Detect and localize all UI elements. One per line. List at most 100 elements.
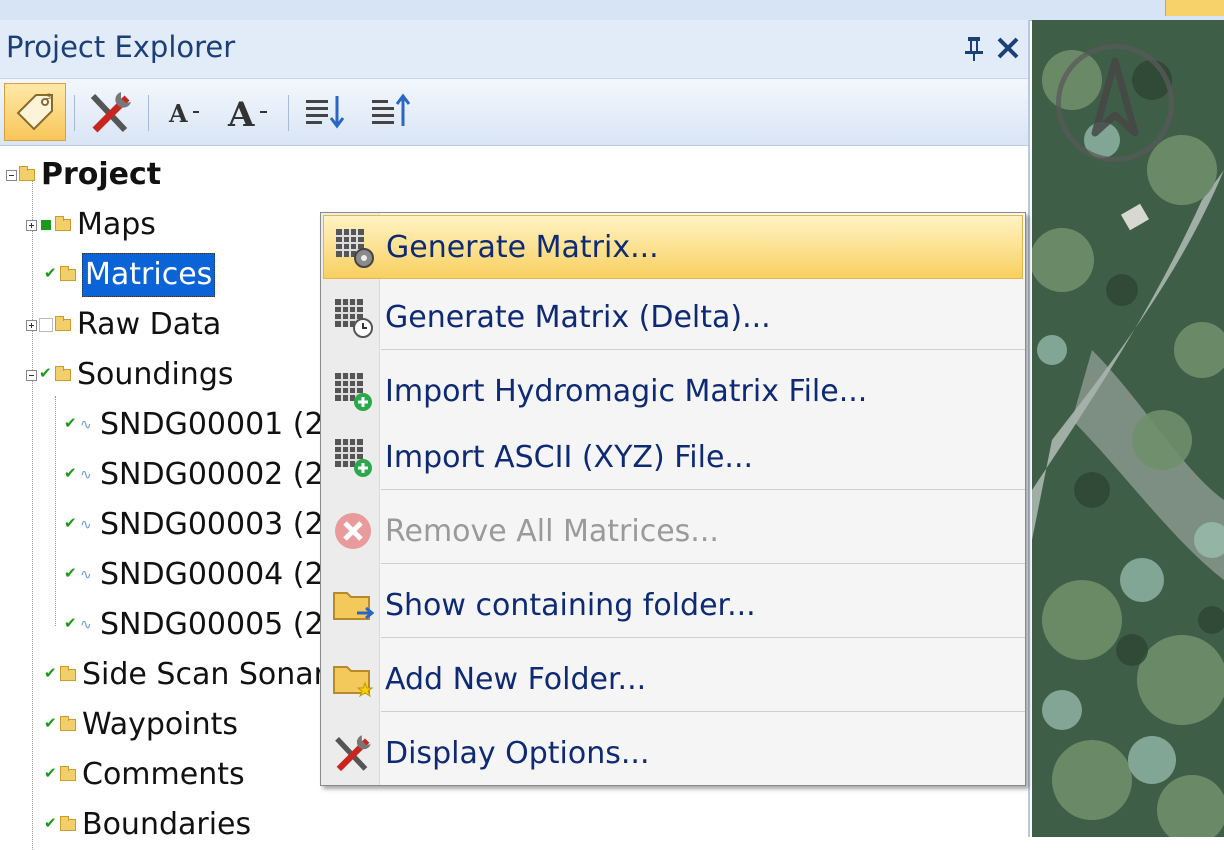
menu-item-label: Generate Matrix (Delta)... (385, 299, 771, 335)
folder-icon (55, 316, 71, 331)
tree-node-sounding[interactable]: ∿ SNDG00002 (2 (64, 452, 324, 498)
new-folder-icon (327, 653, 379, 705)
sort-ascending-icon (372, 93, 411, 126)
folder-icon (60, 266, 76, 281)
display-options-button[interactable] (80, 83, 142, 141)
sort-descending-icon (306, 96, 345, 129)
sounding-line-icon: ∿ (80, 467, 92, 483)
panel-header: Project Explorer (0, 20, 1028, 78)
folder-icon (19, 166, 35, 181)
pin-icon[interactable] (962, 34, 986, 62)
checkmark-icon[interactable] (44, 764, 58, 782)
collapse-icon[interactable] (6, 169, 17, 181)
close-icon[interactable] (995, 34, 1021, 62)
menu-item-label: Add New Folder... (385, 661, 647, 697)
tree-node-sounding[interactable]: ∿ SNDG00003 (2 (64, 502, 324, 548)
tree-label-sounding: SNDG00004 (2 (100, 557, 324, 592)
font-increase-button[interactable]: A (218, 83, 280, 141)
tools-icon (327, 727, 379, 779)
checkmark-icon[interactable] (64, 614, 78, 632)
folder-icon (55, 366, 71, 381)
sounding-line-icon: ∿ (80, 617, 92, 633)
expand-icon[interactable] (26, 219, 37, 231)
checkmark-icon[interactable] (64, 514, 78, 532)
toolbar-separator (74, 95, 75, 131)
tree-label-sounding: SNDG00005 (2 (100, 607, 324, 642)
unchecked-box-icon[interactable] (39, 318, 53, 332)
tree-label-boundaries: Boundaries (82, 807, 252, 842)
tree-label-side-scan-sonar: Side Scan Sonar (82, 657, 327, 692)
toolbar-separator (288, 95, 289, 131)
tree-label-sounding: SNDG00003 (2 (100, 507, 324, 542)
menu-item-display-options[interactable]: Display Options... (323, 721, 1023, 785)
tree-node-sounding[interactable]: ∿ SNDG00001 (2 (64, 402, 324, 448)
tree-node-matrices[interactable]: Matrices (44, 252, 216, 298)
tag-icon: s (16, 91, 53, 131)
tree-node-side-scan-sonar[interactable]: Side Scan Sonar (44, 652, 326, 698)
sounding-line-icon: ∿ (80, 517, 92, 533)
tree-node-waypoints[interactable]: Waypoints (44, 702, 238, 748)
tree-label-sounding: SNDG00001 (2 (100, 407, 324, 442)
menu-item-label: Display Options... (385, 735, 650, 771)
checkmark-icon[interactable] (64, 414, 78, 432)
tree-node-comments[interactable]: Comments (44, 752, 245, 798)
menu-separator (381, 563, 1025, 564)
partial-check-icon[interactable] (41, 220, 51, 230)
menu-separator (381, 489, 1025, 490)
menu-item-generate-matrix-delta[interactable]: Generate Matrix (Delta)... (323, 285, 1023, 349)
menu-item-import-hydromagic-matrix[interactable]: Import Hydromagic Matrix File... (323, 359, 1023, 423)
tree-node-sounding[interactable]: ∿ SNDG00004 (2 (64, 552, 324, 598)
menu-item-show-containing-folder[interactable]: Show containing folder... (323, 573, 1023, 637)
compass-icon[interactable] (1056, 44, 1174, 162)
tree-node-boundaries[interactable]: Boundaries (44, 802, 251, 848)
tag-button[interactable]: s (4, 83, 66, 141)
folder-icon (60, 666, 76, 681)
sounding-line-icon: ∿ (80, 567, 92, 583)
tree-label-comments: Comments (82, 757, 245, 792)
tree-label-raw-data: Raw Data (77, 307, 222, 342)
tree-guide (32, 178, 33, 850)
tree-node-soundings[interactable]: Soundings (26, 352, 234, 398)
remove-icon (327, 505, 379, 557)
matrix-clock-icon (327, 291, 379, 343)
panel-title: Project Explorer (6, 30, 236, 64)
tree-label-project: Project (41, 157, 162, 192)
menu-item-add-new-folder[interactable]: Add New Folder... (323, 647, 1023, 711)
menu-item-import-ascii[interactable]: Import ASCII (XYZ) File... (323, 425, 1023, 489)
collapse-icon[interactable] (26, 369, 37, 381)
menu-item-generate-matrix[interactable]: Generate Matrix... (323, 215, 1023, 279)
sounding-line-icon: ∿ (80, 417, 92, 433)
toolbar-separator (148, 95, 149, 131)
menu-item-label: Import ASCII (XYZ) File... (385, 439, 754, 475)
svg-text:A: A (168, 99, 188, 128)
checkmark-icon[interactable] (44, 664, 58, 682)
checkmark-icon[interactable] (64, 564, 78, 582)
tree-node-sounding[interactable]: ∿ SNDG00005 (2 (64, 602, 324, 648)
matrix-gear-icon (328, 221, 380, 273)
folder-arrow-icon (327, 579, 379, 631)
menu-separator (381, 711, 1025, 712)
ribbon-accent-tab[interactable] (1165, 0, 1224, 16)
tree-node-raw-data[interactable]: Raw Data (26, 302, 221, 348)
checkmark-icon[interactable] (44, 714, 58, 732)
sort-ascending-button[interactable] (360, 83, 422, 141)
display-options-icon (90, 92, 131, 133)
font-decrease-button[interactable]: A (154, 83, 216, 141)
svg-text:A: A (227, 95, 255, 134)
sort-descending-button[interactable] (294, 83, 356, 141)
map-view[interactable] (1032, 20, 1224, 837)
matrix-add-icon (327, 431, 379, 483)
checkmark-icon[interactable] (44, 264, 58, 282)
font-decrease-icon: A (168, 99, 199, 128)
tree-label-sounding: SNDG00002 (2 (100, 457, 324, 492)
tree-label-waypoints: Waypoints (82, 707, 239, 742)
tree-node-project[interactable]: Project (6, 152, 161, 198)
tree-node-maps[interactable]: Maps (26, 202, 156, 248)
menu-item-remove-all-matrices: Remove All Matrices... (323, 499, 1023, 563)
checkmark-icon[interactable] (39, 364, 53, 382)
expand-icon[interactable] (26, 319, 37, 331)
tree-label-soundings: Soundings (77, 357, 234, 392)
matrix-add-icon (327, 365, 379, 417)
checkmark-icon[interactable] (44, 814, 58, 832)
checkmark-icon[interactable] (64, 464, 78, 482)
